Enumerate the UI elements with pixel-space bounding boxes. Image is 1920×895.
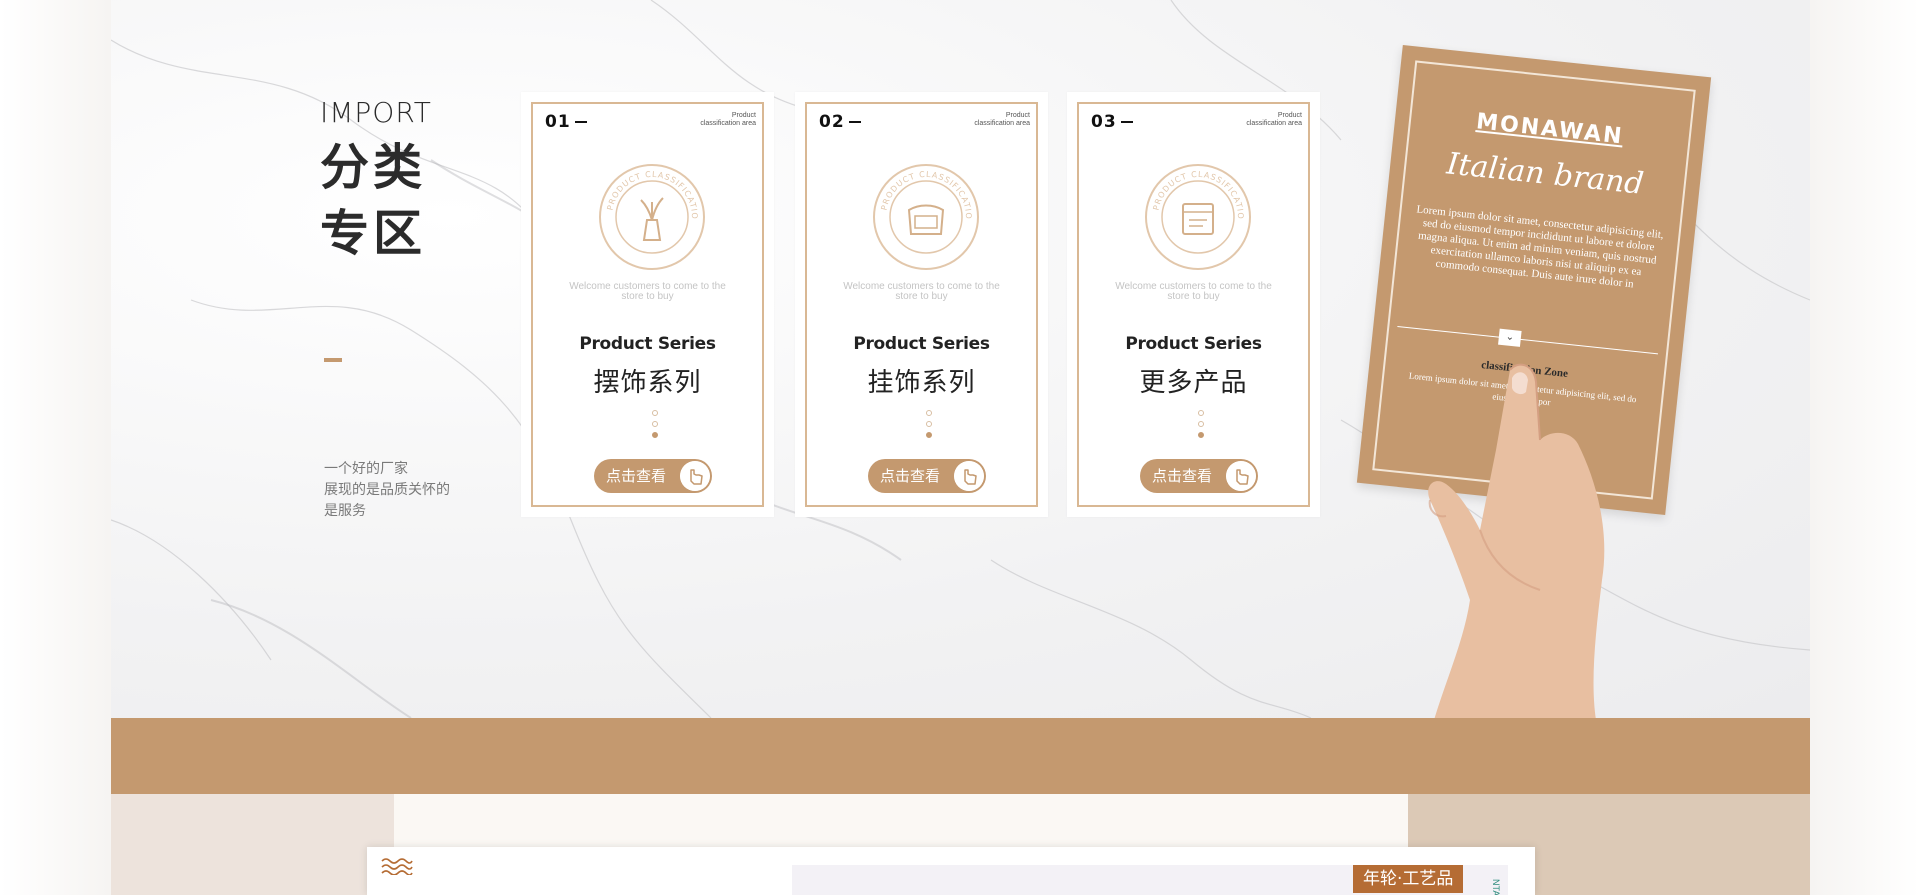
intro-desc-line2: 展现的是品质关怀的 [324,482,450,498]
card-series: Product Series [579,334,716,354]
waves-icon [381,858,413,875]
view-button-label: 点击查看 [606,467,667,485]
intro-en-title: IMPORT [320,96,432,129]
page: IMPORT 分类 专区 一个好的厂家 展现的是品质关怀的 是服务 01 Pro… [0,0,1920,895]
view-button-label: 点击查看 [880,467,941,485]
card-welcome-text: Welcome customers to come to the store t… [1115,281,1272,302]
card-number: 03 [1091,112,1133,132]
card-frame: 01 Product classification area PRODUCT C… [531,102,764,507]
card-welcome-text: Welcome customers to come to the store t… [843,281,1000,302]
card-welcome-text: Welcome customers to come to the store t… [569,281,726,302]
bottom-tag: 年轮·工艺品 [1353,865,1464,893]
view-button-1[interactable]: 点击查看 [594,459,712,493]
card-frame: 03 Product classification area PRODUCT C… [1077,102,1310,507]
intro-description: 一个好的厂家 展现的是品质关怀的 是服务 [324,459,450,522]
intro-desc-line3: 是服务 [324,503,366,519]
view-button-label: 点击查看 [1152,467,1213,485]
pointer-hand-icon [680,461,710,491]
hand-image [1428,363,1605,720]
category-card-1[interactable]: 01 Product classification area PRODUCT C… [521,92,774,517]
accent-band [111,718,1810,794]
card-frame: 02 Product classification area PRODUCT C… [805,102,1038,507]
card-dots [926,410,934,443]
intro-cn-line1: 分类 [320,139,427,196]
card-dots [652,410,660,443]
card-dots [1198,410,1206,443]
intro-cn-line2: 专区 [320,205,427,262]
intro-cn-title: 分类 专区 [320,135,432,267]
svg-text:PRODUCT CLASSIFICATION: PRODUCT CLASSIFICATION [871,162,973,220]
right-margin [1810,0,1920,895]
bottom-left-panel [111,794,394,895]
category-card-2[interactable]: 02 Product classification area PRODUCT C… [795,92,1048,517]
intro-desc-line1: 一个好的厂家 [324,461,408,477]
card-tag: Product classification area [974,112,1030,127]
card-series: Product Series [1125,334,1262,354]
left-margin [0,0,111,895]
card-title: 挂饰系列 [867,368,976,398]
box-icon: PRODUCT CLASSIFICATION [1143,162,1251,270]
intro-block: IMPORT 分类 专区 [320,96,432,267]
card-title: 摆饰系列 [593,368,702,398]
pointer-hand-icon [1226,461,1256,491]
card-number: 01 [545,112,587,132]
view-button-3[interactable]: 点击查看 [1140,459,1258,493]
card-series: Product Series [853,334,990,354]
card-title: 更多产品 [1139,368,1248,398]
category-card-3[interactable]: 03 Product classification area PRODUCT C… [1067,92,1320,517]
card-tag: Product classification area [700,112,756,127]
svg-text:PRODUCT CLASSIFICATION: PRODUCT CLASSIFICATION [1143,162,1245,220]
pointer-hand-icon [954,461,984,491]
bottom-vertical-text: NTA [1491,879,1501,895]
chevron-down-icon: ⌄ [1498,328,1522,347]
ornament-icon: PRODUCT CLASSIFICATION [871,162,979,270]
vase-icon: PRODUCT CLASSIFICATION [597,162,705,270]
card-tag: Product classification area [1246,112,1302,127]
view-button-2[interactable]: 点击查看 [868,459,986,493]
intro-divider [324,358,342,362]
bottom-feature-panel: 年轮·工艺品 NTA [367,847,1535,895]
card-number: 02 [819,112,861,132]
